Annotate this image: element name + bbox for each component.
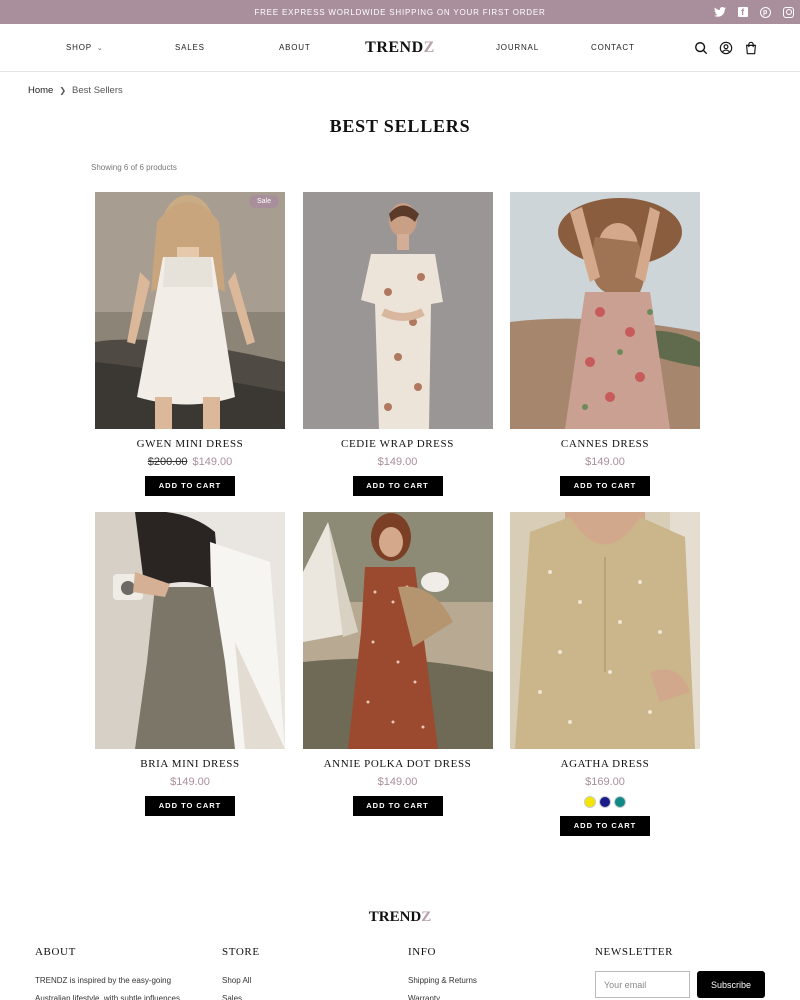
swatch-teal[interactable] [614, 796, 626, 808]
twitter-icon[interactable] [714, 6, 726, 18]
product-image[interactable] [302, 192, 493, 429]
product-price: $149.00 [377, 456, 418, 468]
footer-newsletter-title: NEWSLETTER [595, 946, 674, 958]
swatch-navy[interactable] [599, 796, 611, 808]
nav-sales[interactable]: SALES [175, 24, 205, 71]
nav-contact[interactable]: CONTACT [591, 24, 635, 71]
footer-link-warranty[interactable]: Warranty [408, 990, 477, 1000]
product-prices: $149.00 [303, 456, 493, 468]
logo-accent: Z [423, 38, 435, 56]
product-image[interactable]: Sale [95, 192, 285, 429]
product-grid: Sale GWEN MINI DRESS $200.00 $149.00 ADD … [95, 192, 700, 836]
footer-info: INFO Shipping & Returns Warranty [408, 946, 477, 1000]
product-price: $149.00 [170, 776, 210, 788]
product-name[interactable]: GWEN MINI DRESS [95, 438, 285, 450]
product-price: $149.00 [192, 456, 233, 468]
product-name[interactable]: BRIA MINI DRESS [95, 758, 285, 770]
product-card: CANNES DRESS $149.00 ADD TO CART [510, 192, 700, 512]
add-to-cart-button[interactable]: ADD TO CART [560, 476, 650, 496]
footer-about: ABOUT TRENDZ is inspired by the easy-goi… [35, 946, 180, 1000]
nav-shop-label: SHOP [66, 43, 92, 52]
original-price: $200.00 [147, 456, 188, 468]
footer-link-shop-all[interactable]: Shop All [222, 972, 260, 990]
product-name[interactable]: CANNES DRESS [510, 438, 700, 450]
announcement-bar: FREE EXPRESS WORLDWIDE SHIPPING ON YOUR … [0, 0, 800, 24]
footer-logo-accent: Z [421, 909, 432, 925]
product-card: Sale GWEN MINI DRESS $200.00 $149.00 ADD … [95, 192, 285, 512]
product-card: ANNIE POLKA DOT DRESS $149.00 ADD TO CAR… [302, 512, 493, 832]
product-name[interactable]: CEDIE WRAP DRESS [303, 438, 493, 450]
search-icon[interactable] [694, 41, 708, 55]
instagram-icon[interactable] [783, 6, 794, 18]
page-title: BEST SELLERS [329, 116, 471, 136]
facebook-icon[interactable]: f [738, 7, 748, 17]
product-prices: $200.00 $149.00 [95, 456, 285, 468]
product-card: CEDIE WRAP DRESS $149.00 ADD TO CART [302, 192, 493, 512]
add-to-cart-button[interactable]: ADD TO CART [145, 796, 235, 816]
product-card: BRIA MINI DRESS $149.00 ADD TO CART [95, 512, 285, 832]
add-to-cart-button[interactable]: ADD TO CART [560, 816, 650, 836]
product-image[interactable] [302, 512, 493, 749]
product-count: Showing 6 of 6 products [91, 163, 177, 172]
pinterest-icon[interactable]: p [760, 6, 771, 18]
footer-store-title: STORE [222, 946, 260, 958]
cart-icon[interactable] [744, 41, 758, 55]
footer-link-shipping[interactable]: Shipping & Returns [408, 972, 477, 990]
footer-logo[interactable]: TRENDZ [0, 909, 800, 926]
announcement-text: FREE EXPRESS WORLDWIDE SHIPPING ON YOUR … [254, 7, 546, 17]
swatch-yellow[interactable] [584, 796, 596, 808]
footer-about-text-2: Australian lifestyle, with subtle influe… [35, 994, 180, 1000]
footer-info-title: INFO [408, 946, 437, 958]
product-image[interactable] [510, 512, 700, 749]
nav-about[interactable]: ABOUT [279, 24, 311, 71]
add-to-cart-button[interactable]: ADD TO CART [352, 476, 443, 496]
social-links: f p [714, 0, 794, 24]
footer-logo-main: TREND [368, 909, 422, 925]
product-prices: $149.00 [95, 776, 285, 788]
newsletter-email-input[interactable] [595, 971, 690, 998]
product-name[interactable]: ANNIE POLKA DOT DRESS [303, 758, 493, 770]
sale-badge: Sale [248, 195, 279, 208]
add-to-cart-button[interactable]: ADD TO CART [145, 476, 235, 496]
nav-journal[interactable]: JOURNAL [496, 24, 539, 71]
header-icons [694, 24, 758, 71]
product-image[interactable] [95, 512, 285, 749]
nav-shop[interactable]: SHOP ⌄ [66, 24, 104, 71]
chevron-down-icon: ⌄ [96, 44, 104, 52]
product-name[interactable]: AGATHA DRESS [510, 758, 700, 770]
breadcrumb-home[interactable]: Home [28, 85, 53, 96]
product-image[interactable] [510, 192, 700, 429]
product-card: AGATHA DRESS $169.00 ADD TO CART [510, 512, 700, 836]
logo-main: TREND [365, 38, 424, 56]
footer-about-text-1: TRENDZ is inspired by the easy-going [35, 976, 172, 985]
product-price: $149.00 [377, 776, 418, 788]
color-swatches [510, 796, 700, 808]
account-icon[interactable] [719, 41, 733, 55]
footer-newsletter: NEWSLETTER [595, 946, 673, 972]
subscribe-button[interactable]: Subscribe [697, 971, 765, 998]
product-prices: $149.00 [303, 776, 493, 788]
footer-about-title: ABOUT [35, 946, 76, 958]
add-to-cart-button[interactable]: ADD TO CART [352, 796, 443, 816]
footer-store: STORE Shop All Sales [222, 946, 260, 1000]
site-logo[interactable]: TREND Z [0, 24, 800, 71]
breadcrumb: Home ❯ Best Sellers [28, 85, 123, 96]
product-prices: $169.00 [510, 776, 700, 788]
site-header: SHOP ⌄ SALES ABOUT TREND Z JOURNAL CONTAC… [0, 24, 800, 72]
chevron-right-icon: ❯ [59, 86, 67, 95]
product-prices: $149.00 [510, 456, 700, 468]
footer-link-sales[interactable]: Sales [222, 990, 260, 1000]
breadcrumb-current: Best Sellers [72, 85, 123, 96]
product-price: $149.00 [585, 456, 625, 468]
product-price: $169.00 [585, 776, 625, 788]
